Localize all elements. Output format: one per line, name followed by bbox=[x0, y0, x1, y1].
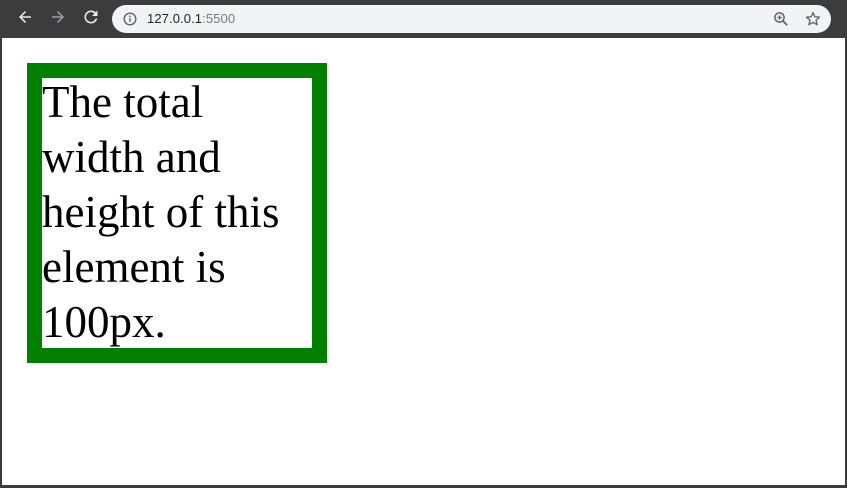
back-button[interactable] bbox=[12, 6, 38, 32]
bordered-box: The total width and height of this eleme… bbox=[27, 63, 327, 363]
zoom-in-icon[interactable] bbox=[773, 11, 789, 27]
forward-button[interactable] bbox=[45, 6, 71, 32]
browser-window: 127.0.0.1:5500 The total width and heigh… bbox=[0, 0, 847, 488]
box-text: The total width and height of this eleme… bbox=[42, 77, 280, 347]
page-viewport: The total width and height of this eleme… bbox=[2, 38, 845, 485]
arrow-left-icon bbox=[17, 9, 33, 29]
star-icon[interactable] bbox=[805, 11, 821, 27]
url-host: 127.0.0.1 bbox=[147, 11, 203, 26]
reload-icon bbox=[83, 9, 99, 29]
info-icon[interactable] bbox=[123, 12, 137, 26]
arrow-right-icon bbox=[50, 9, 66, 29]
reload-button[interactable] bbox=[78, 6, 104, 32]
address-bar[interactable]: 127.0.0.1:5500 bbox=[112, 5, 831, 33]
browser-toolbar: 127.0.0.1:5500 bbox=[2, 0, 845, 38]
url-port: :5500 bbox=[202, 11, 236, 26]
url-text[interactable]: 127.0.0.1:5500 bbox=[147, 11, 235, 27]
